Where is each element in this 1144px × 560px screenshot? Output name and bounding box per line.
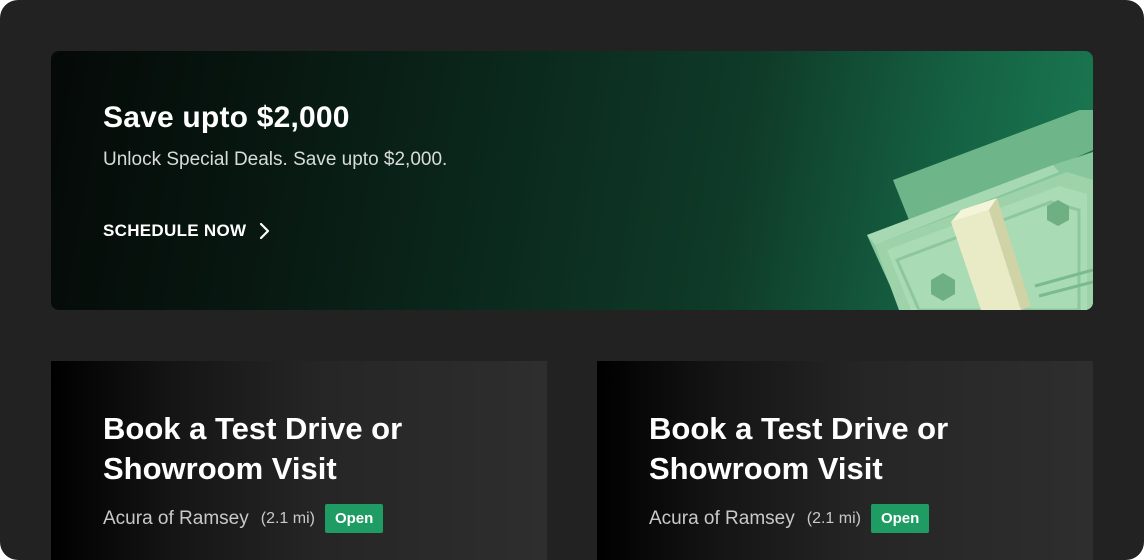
card-title: Book a Test Drive or Showroom Visit [103,409,483,489]
status-badge: Open [324,504,384,533]
chevron-right-icon [258,222,270,240]
card-title-line-1: Book a Test Drive or [649,411,949,446]
showroom-visit-card[interactable]: Book a Test Drive or Showroom Visit Acur… [597,361,1093,560]
promo-subtitle: Unlock Special Deals. Save upto $2,000. [103,149,448,170]
money-stack-icon [867,110,1093,310]
schedule-now-button[interactable]: SCHEDULE NOW [103,221,270,241]
promo-title: Save upto $2,000 [103,101,350,134]
dealer-distance: (2.1 mi) [260,509,315,527]
card-title: Book a Test Drive or Showroom Visit [649,409,1029,489]
app-frame: Save upto $2,000 Unlock Special Deals. S… [0,0,1144,560]
status-badge: Open [870,504,930,533]
card-title-line-1: Book a Test Drive or [103,411,403,446]
test-drive-card[interactable]: Book a Test Drive or Showroom Visit Acur… [51,361,547,560]
card-title-line-2: Showroom Visit [103,451,337,486]
dealer-distance: (2.1 mi) [806,509,861,527]
dealer-name: Acura of Ramsey [649,507,795,529]
dealer-info: Acura of Ramsey (2.1 mi) Open [649,504,930,533]
schedule-now-label: SCHEDULE NOW [103,221,247,240]
promo-banner[interactable]: Save upto $2,000 Unlock Special Deals. S… [51,51,1093,310]
dealer-info: Acura of Ramsey (2.1 mi) Open [103,504,384,533]
dealer-name: Acura of Ramsey [103,507,249,529]
card-title-line-2: Showroom Visit [649,451,883,486]
